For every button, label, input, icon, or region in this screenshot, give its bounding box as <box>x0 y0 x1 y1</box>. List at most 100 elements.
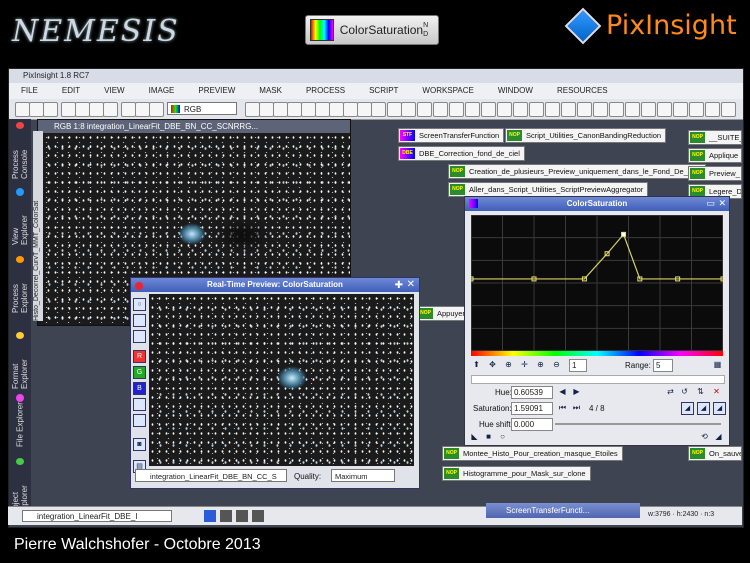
toolbar-icon-36[interactable] <box>641 102 656 117</box>
close-icon[interactable] <box>135 282 143 290</box>
curve-point[interactable] <box>621 231 627 237</box>
reset-icon[interactable]: ⟲ <box>699 431 710 442</box>
process-icon[interactable]: STF ScreenTransferFunction <box>398 128 505 143</box>
toolbar-icon-20[interactable] <box>387 102 402 117</box>
toolbar-icon-37[interactable] <box>657 102 672 117</box>
menu-mask[interactable]: MASK <box>247 83 294 99</box>
next-point-icon[interactable]: ▶ <box>571 386 582 397</box>
toolbar-icon-28[interactable] <box>513 102 528 117</box>
bottom-view-select[interactable]: integration_LinearFit_DBE_I <box>22 510 172 522</box>
toolbar-icon-41[interactable] <box>721 102 736 117</box>
interp-akima-icon[interactable]: ◢ <box>697 402 710 415</box>
close-x-icon[interactable]: ✕ <box>718 198 726 209</box>
preview-canvas[interactable] <box>149 294 414 466</box>
toolbar-icon-12[interactable] <box>273 102 288 117</box>
pointer-icon[interactable]: ⬆ <box>471 359 482 370</box>
add-point-icon[interactable]: ✛ <box>519 359 530 370</box>
toolbar-icon-23[interactable] <box>433 102 448 117</box>
toolbar-icon-18[interactable] <box>357 102 372 117</box>
redo-icon[interactable] <box>29 102 44 117</box>
invert-icon[interactable]: ⇅ <box>695 386 706 397</box>
toolbar-icon-24[interactable] <box>449 102 464 117</box>
process-icon[interactable]: NOP On_sauve <box>688 446 742 461</box>
blue-channel-icon[interactable]: B <box>133 382 146 395</box>
menu-preview[interactable]: PREVIEW <box>186 83 247 99</box>
toolbar-icon-19[interactable] <box>371 102 386 117</box>
toolbar-icon-13[interactable] <box>287 102 302 117</box>
realtime-toggle-icon[interactable]: ○ <box>133 298 146 311</box>
view-icon-2[interactable] <box>133 330 146 343</box>
zoom-fit-icon[interactable] <box>103 102 118 117</box>
sidebar-tab-view-explorer[interactable]: View Explorer <box>11 185 29 245</box>
minimized-stf-window[interactable]: ScreenTransferFuncti... <box>486 503 640 518</box>
delete-point-icon[interactable]: ✕ <box>711 386 722 397</box>
toolbar-icon-29[interactable] <box>529 102 544 117</box>
interp-linear-icon[interactable]: ◢ <box>713 402 726 415</box>
hue-shift-slider[interactable] <box>555 423 721 425</box>
process-icon[interactable]: NOP Creation_de_plusieurs_Preview_uniquem… <box>448 164 706 179</box>
close-x-icon[interactable]: ✕ <box>407 279 415 290</box>
toolbar-icon-40[interactable] <box>705 102 720 117</box>
toolbar-icon-26[interactable] <box>481 102 496 117</box>
toolbar-icon-14[interactable] <box>301 102 316 117</box>
toolbar-icon-34[interactable] <box>609 102 624 117</box>
luminance-icon[interactable] <box>133 414 146 427</box>
toolbar-icon-30[interactable] <box>545 102 560 117</box>
toolbar-icon-35[interactable] <box>625 102 640 117</box>
saturation-input[interactable]: 1.59091 <box>511 402 553 415</box>
toolbar-icon-16[interactable] <box>329 102 344 117</box>
resize-icon[interactable]: ◢ <box>713 431 724 442</box>
menu-view[interactable]: VIEW <box>92 83 136 99</box>
toolbar-icon-17[interactable] <box>343 102 358 117</box>
reverse-icon[interactable]: ↺ <box>679 386 690 397</box>
sidebar-tab-process-explorer[interactable]: Process Explorer <box>11 253 29 313</box>
menu-image[interactable]: IMAGE <box>137 83 187 99</box>
undo-icon[interactable] <box>15 102 30 117</box>
toolbar-icon-39[interactable] <box>689 102 704 117</box>
sidebar-tab-file-explorer[interactable]: File Explorer <box>11 387 29 447</box>
toolbar-icon-27[interactable] <box>497 102 512 117</box>
channel-select[interactable]: RGB <box>167 102 237 115</box>
interp-spline-icon[interactable]: ◢ <box>681 402 694 415</box>
menu-process[interactable]: PROCESS <box>294 83 357 99</box>
zoom-in-icon[interactable]: ⊕ <box>535 359 546 370</box>
process-icon[interactable]: DBE DBE_Correction_fond_de_ciel <box>398 146 525 161</box>
process-icon[interactable]: NOP __SUITE_ <box>688 130 742 145</box>
menu-window[interactable]: WINDOW <box>486 83 545 99</box>
zoom-out-icon[interactable]: ⊖ <box>551 359 562 370</box>
range-input[interactable]: 5 <box>653 359 673 372</box>
toolbar-icon-31[interactable] <box>561 102 576 117</box>
process-icon[interactable]: NOP Aller_dans_Script_Utilities_ScriptPre… <box>448 182 649 197</box>
process-icon[interactable]: NOP Applique <box>688 148 742 163</box>
view-mode-icon-2[interactable] <box>220 510 232 522</box>
zoom-in-icon[interactable] <box>121 102 136 117</box>
zoom-input[interactable]: 1 <box>569 359 587 372</box>
red-channel-icon[interactable]: R <box>133 350 146 363</box>
menu-workspace[interactable]: WORKSPACE <box>410 83 485 99</box>
toolbar-icon-11[interactable] <box>259 102 274 117</box>
last-point-icon[interactable]: ⏭ <box>571 402 582 413</box>
sidebar-tab-format-explorer[interactable]: Format Explorer <box>11 329 29 389</box>
open-icon[interactable] <box>75 102 90 117</box>
toolbar-icon-21[interactable] <box>401 102 416 117</box>
toolbar-icon-38[interactable] <box>673 102 688 117</box>
process-icon[interactable]: NOP Histogramme_pour_Mask_sur_clone <box>442 466 591 481</box>
camera-icon[interactable]: ◙ <box>133 438 146 451</box>
hue-shift-input[interactable]: 0.000 <box>511 418 553 431</box>
crosshair-icon[interactable]: ⊕ <box>503 359 514 370</box>
pin-icon[interactable]: ✚ <box>395 280 403 291</box>
saturation-curve-graph[interactable] <box>471 215 723 351</box>
process-icon[interactable]: NOP Preview_ <box>688 166 742 181</box>
undo-all-icon[interactable] <box>43 102 58 117</box>
new-icon[interactable] <box>61 102 76 117</box>
toolbar-icon-25[interactable] <box>465 102 480 117</box>
rgb-channel-icon[interactable] <box>133 398 146 411</box>
realtime-preview-icon[interactable]: ○ <box>497 431 508 442</box>
toolbar-icon-10[interactable] <box>245 102 260 117</box>
link-icon[interactable]: ⇄ <box>665 386 676 397</box>
grid-toggle-icon[interactable]: ▦ <box>712 359 723 370</box>
new-instance-icon[interactable]: ◣ <box>469 431 480 442</box>
sidebar-tab-process-console[interactable]: Process Console <box>11 119 29 179</box>
toolbar-icon-32[interactable] <box>577 102 592 117</box>
process-icon[interactable]: NOP Montee_Histo_Pour_creation_masque_Eto… <box>442 446 623 461</box>
